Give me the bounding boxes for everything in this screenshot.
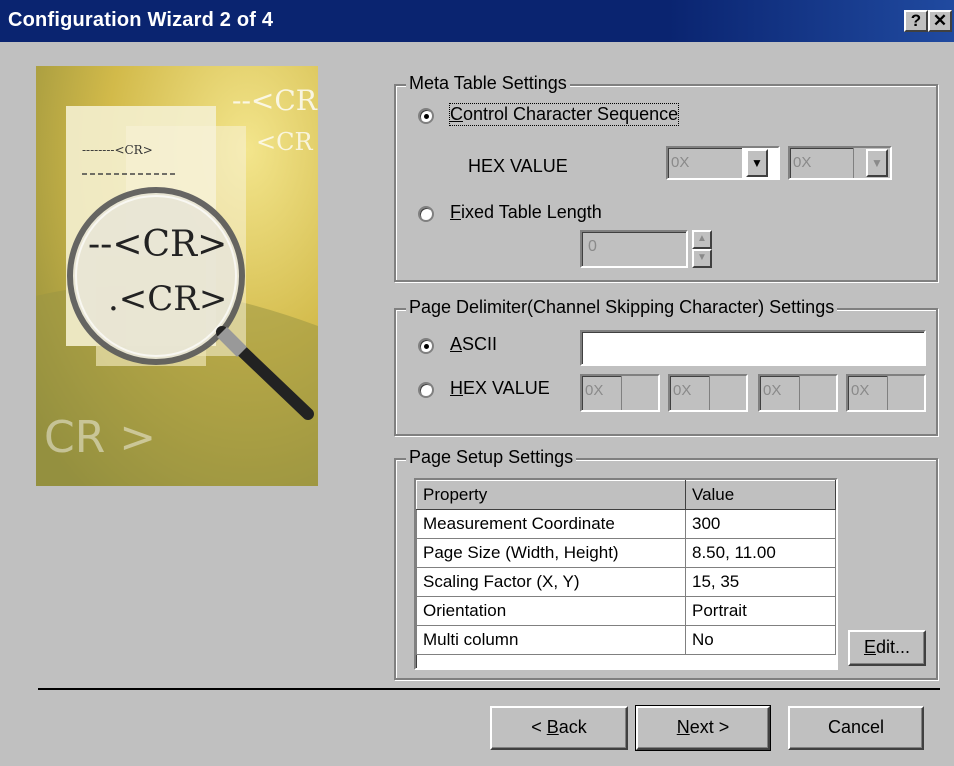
hex-delimiter-prefix-2: 0X: [673, 382, 692, 399]
hex-delimiter-label[interactable]: HEX VALUE: [450, 378, 550, 399]
window-title: Configuration Wizard 2 of 4: [8, 9, 274, 31]
control-sequence-radio[interactable]: [418, 108, 434, 124]
fixed-length-label[interactable]: Fixed Table Length: [450, 202, 602, 223]
meta-table-legend: Meta Table Settings: [406, 73, 570, 94]
ascii-label[interactable]: ASCII: [450, 334, 497, 355]
column-header-property[interactable]: Property: [416, 480, 686, 510]
table-row[interactable]: Multi column No: [416, 625, 836, 655]
next-button[interactable]: Next >: [635, 705, 771, 751]
table-row[interactable]: Orientation Portrait: [416, 596, 836, 626]
fixed-length-text: ixed Table Length: [461, 202, 602, 222]
hex-delimiter-field-4: 0X: [846, 374, 926, 412]
property-cell: Measurement Coordinate: [416, 509, 686, 539]
hex-delimiter-radio[interactable]: [418, 382, 434, 398]
hex-delimiter-field-3: 0X: [758, 374, 838, 412]
wizard-illustration: --<CR <CR --------<CR> --<CR> .<CR> CR >: [36, 66, 318, 486]
cancel-button[interactable]: Cancel: [788, 706, 924, 750]
hex-delimiter-field-2: 0X: [668, 374, 748, 412]
control-sequence-label[interactable]: Control Character Sequence: [448, 103, 680, 126]
value-cell: 15, 35: [685, 567, 836, 597]
table-row[interactable]: Page Size (Width, Height) 8.50, 11.00: [416, 538, 836, 568]
illustration-text-5: .<CR>: [108, 279, 227, 319]
hex1-prefix: 0X: [671, 154, 690, 171]
page-delimiter-legend: Page Delimiter(Channel Skipping Characte…: [406, 297, 838, 318]
ascii-input[interactable]: [580, 330, 926, 366]
page-setup-legend: Page Setup Settings: [406, 447, 577, 468]
fixed-length-spinner: ▲ ▼: [692, 230, 712, 268]
illustration-text-3: --------<CR>: [82, 143, 153, 157]
edit-button[interactable]: Edit...: [848, 630, 926, 666]
hex-delimiter-prefix-4: 0X: [851, 382, 870, 399]
column-header-value[interactable]: Value: [685, 480, 836, 510]
title-bar: Configuration Wizard 2 of 4 ? ✕: [0, 0, 954, 42]
fixed-length-value: 0: [588, 238, 597, 255]
hex-delimiter-field-1: 0X: [580, 374, 660, 412]
hex-delimiter-prefix-3: 0X: [763, 382, 782, 399]
ascii-text: SCII: [462, 334, 498, 354]
ascii-radio[interactable]: [418, 338, 434, 354]
value-cell: 8.50, 11.00: [685, 538, 836, 568]
illustration-text-2: <CR: [256, 128, 313, 156]
close-button[interactable]: ✕: [928, 10, 952, 32]
property-cell: Scaling Factor (X, Y): [416, 567, 686, 597]
hex2-prefix: 0X: [793, 154, 812, 171]
property-cell: Orientation: [416, 596, 686, 626]
hex1-dropdown-button[interactable]: ▼: [746, 149, 768, 177]
value-cell: Portrait: [685, 596, 836, 626]
help-button[interactable]: ?: [904, 10, 928, 32]
hex-delimiter-text: EX VALUE: [463, 378, 550, 398]
value-cell: No: [685, 625, 836, 655]
control-sequence-text: ontrol Character Sequence: [463, 104, 679, 124]
page-setup-table-frame: Property Value Measurement Coordinate 300…: [414, 478, 838, 670]
fixed-length-input: 0: [580, 230, 688, 268]
illustration-text-6: CR >: [44, 412, 156, 463]
fixed-length-radio[interactable]: [418, 206, 434, 222]
footer-separator: [38, 688, 940, 690]
magnifier-over-document-icon: --<CR <CR --------<CR> --<CR> .<CR> CR >: [36, 66, 318, 486]
edit-button-text: dit...: [876, 637, 911, 657]
illustration-text-1: --<CR: [232, 84, 318, 117]
property-cell: Page Size (Width, Height): [416, 538, 686, 568]
page-setup-table: Property Value Measurement Coordinate 300…: [416, 480, 836, 655]
table-row[interactable]: Measurement Coordinate 300: [416, 509, 836, 539]
back-button[interactable]: < Back: [490, 706, 628, 750]
hex-value-label: HEX VALUE: [468, 156, 568, 176]
table-row[interactable]: Scaling Factor (X, Y) 15, 35: [416, 567, 836, 597]
value-cell: 300: [685, 509, 836, 539]
page-delimiter-group: Page Delimiter(Channel Skipping Characte…: [394, 297, 938, 436]
spinner-down-icon: ▼: [692, 249, 712, 268]
table-header-row: Property Value: [416, 480, 836, 510]
property-cell: Multi column: [416, 625, 686, 655]
hex2-dropdown-button: ▼: [866, 149, 888, 177]
hex-delimiter-prefix-1: 0X: [585, 382, 604, 399]
illustration-text-4: --<CR>: [88, 224, 227, 265]
spinner-up-icon: ▲: [692, 230, 712, 249]
